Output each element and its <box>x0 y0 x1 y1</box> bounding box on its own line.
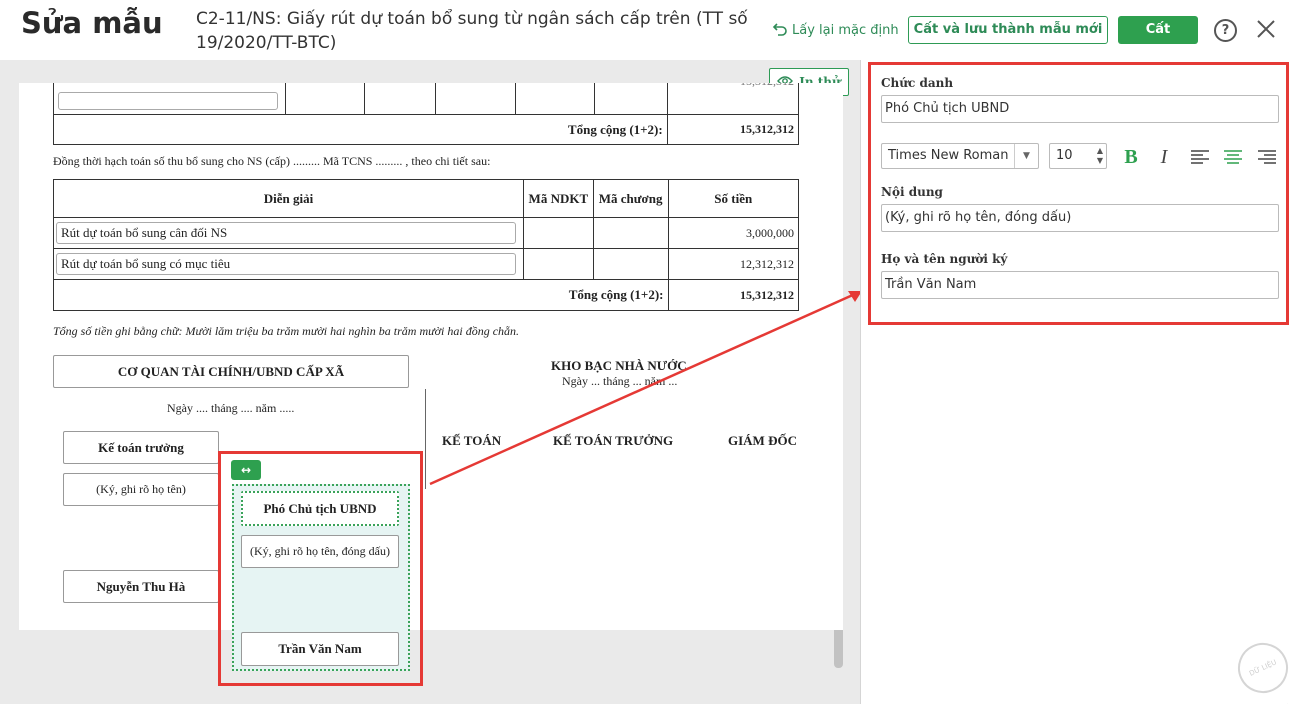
chief-accountant-name[interactable]: Nguyễn Thu Hà <box>63 570 219 603</box>
table-cell-input[interactable] <box>58 92 278 110</box>
page-title: Sửa mẫu <box>21 6 163 40</box>
row-desc-input[interactable]: Rút dự toán bổ sung cân đối NS <box>56 222 516 244</box>
amount-in-words: Tổng số tiền ghi bằng chữ: Mười lăm triệ… <box>53 324 520 338</box>
undo-icon <box>772 20 788 40</box>
save-as-new-button[interactable]: Cất và lưu thành mẫu mới <box>908 16 1108 44</box>
accounting-note: Đồng thời hạch toán số thu bổ sung cho N… <box>53 154 491 168</box>
treasury-chief-accountant: KẾ TOÁN TRƯỞNG <box>553 433 674 448</box>
col-header-amount: Số tiền <box>667 179 799 218</box>
treasury-date: Ngày ... tháng ... năm ... <box>562 374 678 388</box>
left-sig-date: Ngày .... tháng .... năm ..... <box>167 401 295 415</box>
table-row: Rút dự toán bổ sung có mục tiêu 12,312,3… <box>53 248 799 280</box>
chief-accountant-note[interactable]: (Ký, ghi rõ họ tên) <box>63 473 219 506</box>
chief-accountant-title[interactable]: Kế toán trưởng <box>63 431 219 464</box>
table-cell-amount: 15,312,312 <box>666 83 800 115</box>
highlight-selected-column <box>218 451 423 686</box>
reset-default-label: Lấy lại mặc định <box>792 22 899 38</box>
row-amount: 12,312,312 <box>667 248 799 280</box>
highlight-properties <box>868 62 1289 325</box>
treasury-director: GIÁM ĐỐC <box>728 433 797 448</box>
reset-default-button[interactable]: Lấy lại mặc định <box>772 20 899 40</box>
template-name: C2-11/NS: Giấy rút dự toán bổ sung từ ng… <box>196 9 748 53</box>
table-row: Rút dự toán bổ sung cân đối NS 3,000,000 <box>53 217 799 249</box>
finance-agency-title[interactable]: CƠ QUAN TÀI CHÍNH/UBND CẤP XÃ <box>53 355 409 388</box>
help-icon[interactable]: ? <box>1214 19 1237 42</box>
document-paper: 15,312,312 Tổng cộng (1+2): 15,312,312 Đ… <box>19 83 843 630</box>
row-desc-input[interactable]: Rút dự toán bổ sung có mục tiêu <box>56 253 516 275</box>
col-header-chapter: Mã chương <box>592 179 669 218</box>
column-divider <box>425 389 426 489</box>
detail-table: Diễn giải Mã NDKT Mã chương Số tiền Rút … <box>53 179 799 311</box>
treasury-accountant: KẾ TOÁN <box>442 433 502 448</box>
table-total-label: Tổng cộng (1+2): <box>53 279 669 311</box>
save-button[interactable]: Cất <box>1118 16 1198 44</box>
header: Sửa mẫu C2-11/NS: Giấy rút dự toán bổ su… <box>0 0 1298 60</box>
table-total-value: 15,312,312 <box>666 114 800 145</box>
close-icon[interactable] <box>1254 17 1278 41</box>
table-total-label: Tổng cộng (1+2): <box>53 114 668 145</box>
table-total-value: 15,312,312 <box>667 279 799 311</box>
treasury-title: KHO BẠC NHÀ NƯỚC <box>551 358 687 373</box>
summary-table-top: 15,312,312 Tổng cộng (1+2): 15,312,312 <box>52 83 800 145</box>
col-header-ndkt: Mã NDKT <box>522 179 594 218</box>
col-header-desc: Diễn giải <box>53 179 524 218</box>
row-amount: 3,000,000 <box>667 217 799 249</box>
